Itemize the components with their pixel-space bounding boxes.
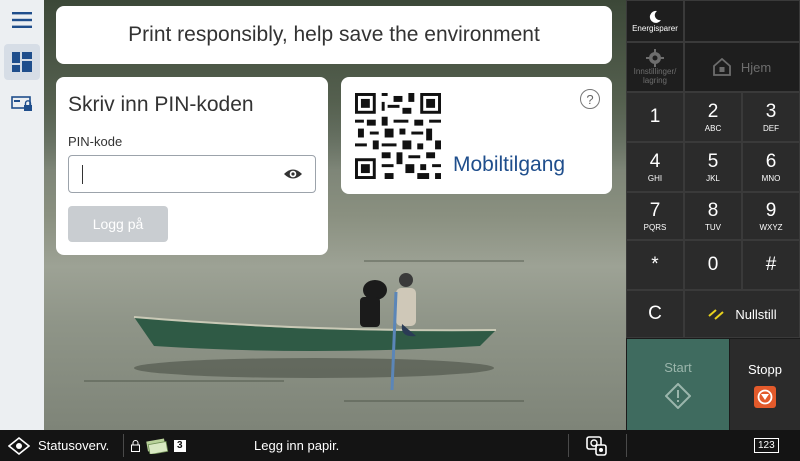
show-password-icon[interactable] [283, 167, 303, 181]
pin-login-card: Skriv inn PIN-koden PIN-kode Logg på [56, 77, 328, 255]
keypad-key-number: 8 [707, 199, 719, 221]
start-button[interactable]: Start [627, 339, 729, 430]
keypad-key-number: # [765, 254, 777, 275]
keypad-key-number: 5 [707, 150, 719, 172]
keypad-key-letters: MNO [761, 173, 781, 183]
remote-operation-button[interactable] [584, 430, 608, 461]
keypad-key-number: 2 [707, 100, 719, 122]
clear-key-label: C [648, 303, 662, 324]
left-sidebar [0, 0, 44, 430]
remote-operation-icon [586, 435, 607, 456]
status-eye-icon [8, 436, 30, 455]
start-diamond-icon [665, 383, 691, 409]
job-status-area[interactable]: 3 [131, 430, 186, 461]
stop-label: Stopp [748, 361, 782, 377]
keypad-key-letters: WXYZ [759, 222, 783, 232]
keypad-key-9[interactable]: * [626, 240, 684, 290]
menu-button[interactable] [4, 2, 40, 38]
qr-code-icon [355, 93, 441, 179]
keypad-key-number: 4 [649, 150, 661, 172]
keypad-key-8[interactable]: 9 WXYZ [742, 192, 800, 240]
mobile-access-label: Mobiltilgang [453, 153, 566, 176]
lock-icon [131, 439, 140, 452]
keypad-key-number: 6 [765, 150, 777, 172]
settings-button[interactable]: Innstillinger/ lagring [626, 42, 684, 92]
banner-text: Print responsibly, help save the environ… [128, 23, 540, 46]
keypad-key-3[interactable]: 4 GHI [626, 142, 684, 192]
login-button[interactable]: Logg på [68, 206, 168, 242]
main-area: Print responsibly, help save the environ… [44, 0, 626, 430]
home-label: Hjem [740, 59, 772, 75]
keypad-key-number: 7 [649, 199, 661, 221]
mobile-access-card[interactable]: Mobiltilgang ? [341, 77, 612, 194]
energy-saver-button[interactable]: Energisparer [626, 0, 684, 42]
keypad-key-7[interactable]: 8 TUV [684, 192, 742, 240]
clear-key[interactable]: C [626, 290, 684, 338]
dashboard-button[interactable] [4, 44, 40, 80]
stop-button[interactable]: Stopp [730, 339, 800, 430]
keyboard-button[interactable]: 123 [754, 430, 779, 461]
status-overview-label: Statusoverv. [38, 438, 110, 453]
keypad-key-letters: ABC [704, 123, 722, 133]
keypad-key-number: 3 [765, 100, 777, 122]
keypad-key-letters: TUV [705, 222, 721, 232]
pin-field-label: PIN-kode [68, 134, 123, 149]
lock-card-icon [11, 96, 32, 111]
paper-stack-icon [146, 438, 169, 454]
keypad-key-1[interactable]: 2 ABC [684, 92, 742, 142]
pin-title: Skriv inn PIN-koden [68, 93, 254, 116]
gear-icon [646, 49, 664, 67]
keypad-key-letters: JKL [706, 173, 720, 183]
keypad-key-number: 0 [707, 254, 719, 275]
keypad-key-11[interactable]: # [742, 240, 800, 290]
keypad-key-letters: DEF [763, 123, 779, 133]
keypad-key-letters: GHI [647, 173, 663, 183]
dashboard-icon [12, 52, 32, 72]
pin-input[interactable] [68, 155, 316, 193]
text-caret [82, 165, 83, 184]
keypad-key-number: * [651, 254, 659, 275]
keypad-key-2[interactable]: 3 DEF [742, 92, 800, 142]
keyboard-label: 123 [754, 438, 779, 453]
status-overview-button[interactable]: Statusoverv. [8, 430, 109, 461]
status-bar: Statusoverv. 3 Legg inn papir. 123 [0, 430, 800, 461]
job-count-badge: 3 [174, 439, 186, 452]
login-settings-button[interactable] [4, 86, 40, 122]
home-icon [712, 58, 731, 76]
reset-slash-icon [708, 309, 725, 320]
reset-label: Nullstill [735, 306, 777, 322]
keypad-key-5[interactable]: 6 MNO [742, 142, 800, 192]
home-button[interactable]: Hjem [684, 42, 800, 92]
stop-icon [754, 385, 776, 408]
keypad-key-0[interactable]: 1 [626, 92, 684, 142]
keypad-key-number: 9 [765, 199, 777, 221]
keypad-key-number: 1 [649, 106, 661, 127]
environment-banner: Print responsibly, help save the environ… [56, 6, 612, 64]
blank-top-key [684, 0, 800, 42]
keypad-key-letters: PQRS [643, 222, 667, 232]
help-icon[interactable]: ? [580, 89, 600, 109]
settings-label: Innstillinger/ lagring [633, 67, 677, 85]
keypad-key-6[interactable]: 7 PQRS [626, 192, 684, 240]
canoe-illustration [133, 273, 497, 391]
energy-saver-label: Energisparer [632, 23, 678, 33]
start-label: Start [664, 360, 692, 375]
keypad-key-10[interactable]: 0 [684, 240, 742, 290]
reset-key[interactable]: Nullstill [684, 290, 800, 338]
status-message: Legg inn papir. [254, 438, 340, 453]
moon-icon [649, 10, 661, 23]
hamburger-menu-icon [12, 12, 32, 28]
keypad-key-4[interactable]: 5 JKL [684, 142, 742, 192]
